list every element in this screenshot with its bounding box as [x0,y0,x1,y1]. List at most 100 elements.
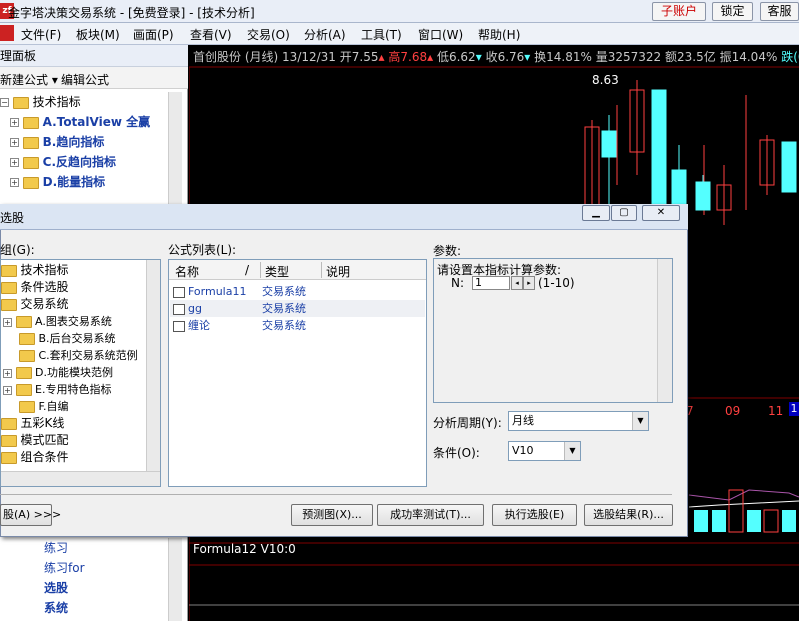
menu-help[interactable]: 帮助(H) [478,26,520,43]
formula-icon [173,320,185,332]
formula-icon [173,286,185,298]
tree-item[interactable]: + A.TotalView 全赢 [0,112,180,132]
lock-button[interactable]: 锁定 [712,2,753,21]
group-item[interactable]: F.自编 [1,398,146,415]
period-select[interactable]: 月线 ▼ [508,411,649,431]
tree-item[interactable]: 练习for [44,558,85,578]
expand-icon[interactable]: + [3,385,12,395]
screening-result-button[interactable]: 选股结果(R)... [584,504,673,526]
expand-icon[interactable]: + [10,158,19,167]
group-label: 组(G): [0,243,35,257]
sub-account-button[interactable]: 子账户 [652,2,706,21]
dialog-divider [0,494,672,495]
group-item[interactable]: B.后台交易系统 [1,330,146,347]
folder-icon [1,299,17,311]
minimize-icon[interactable]: ▁ [582,205,610,221]
chevron-down-icon[interactable]: ▼ [564,442,580,460]
high-price: 高7.68 [388,50,428,64]
tree-scrollbar[interactable] [168,92,182,204]
expand-icon[interactable]: + [10,118,19,127]
group-item[interactable]: 技术指标 [1,262,146,279]
formula-row[interactable]: Formula11 交易系统 [173,283,423,300]
params-scrollbar[interactable] [657,259,672,402]
formula-list-label: 公式列表(L): [168,243,237,257]
folder-icon [22,116,39,129]
formula-row[interactable]: 缠论 交易系统 [173,317,423,334]
expand-icon[interactable]: + [3,368,12,378]
column-desc[interactable]: 说明 [326,263,350,280]
group-item[interactable]: 模式匹配 [1,432,146,449]
success-test-button[interactable]: 成功率测试(T)... [377,504,484,526]
new-formula-button[interactable]: 新建公式 ▾ [0,71,58,88]
x-axis-label: 09 [725,404,741,418]
folder-icon [1,418,17,430]
tree-item[interactable]: − 技术指标 [0,92,180,112]
tree-item[interactable]: + C.反趋向指标 [0,152,180,172]
tree-item[interactable]: 练习 [44,538,85,558]
expand-icon[interactable]: + [3,317,12,327]
tree-item[interactable]: + B.趋向指标 [0,132,180,152]
period-label: 分析周期(Y): [433,416,502,430]
folder-icon [19,401,35,413]
preview-button[interactable]: 预测图(X)... [291,504,373,526]
tree-item[interactable]: + D.能量指标 [0,172,180,192]
group-tree: 技术指标 条件选股 交易系统 + A.图表交易系统 B.后台交易系统 C.套利交… [0,259,161,487]
group-item[interactable]: + D.功能模块范例 [1,364,146,381]
expand-icon[interactable]: + [10,178,19,187]
condition-label: 条件(O): [433,446,480,460]
tree-lower-list: 练习 练习for 选股 系统 [44,538,85,618]
menu-view[interactable]: 查看(V) [190,26,232,43]
tree-item[interactable]: 选股 [44,578,85,598]
tree-item[interactable]: 系统 [44,598,85,618]
group-scrollbar-v[interactable] [146,260,160,471]
menu-window[interactable]: 窗口(W) [418,26,463,43]
tree-scrollbar-lower[interactable] [168,538,182,621]
x-axis-cursor-label: 1 [789,402,799,416]
turnover: 换14.81% [534,50,592,64]
menu-app-icon[interactable] [0,25,14,41]
collapse-icon[interactable]: − [0,98,9,107]
low-price: 低6.62 [436,50,476,64]
menu-tools[interactable]: 工具(T) [361,26,402,43]
group-item[interactable]: + E.专用特色指标 [1,381,146,398]
params-box: 请设置本指标计算参数: N: 1 ◂ ▸ (1-10) [433,258,673,403]
folder-icon [22,156,39,169]
maximize-icon[interactable]: ▢ [611,205,637,221]
service-button[interactable]: 客服 [760,2,799,21]
group-tree-list: 技术指标 条件选股 交易系统 + A.图表交易系统 B.后台交易系统 C.套利交… [1,262,146,466]
folder-icon [1,452,17,464]
chart-info-bar: 首创股份 (月线) 13/12/31 开7.55▴ 高7.68▴ 低6.62▾ … [193,48,799,65]
group-scrollbar-h[interactable] [1,471,160,486]
group-item[interactable]: + A.图表交易系统 [1,313,146,330]
spin-right-icon[interactable]: ▸ [523,276,535,290]
group-item[interactable]: 组合条件 [1,449,146,466]
menu-screen[interactable]: 画面(P) [133,26,174,43]
group-item[interactable]: 条件选股 [1,279,146,296]
close-icon[interactable]: ✕ [642,205,680,221]
param-value-input[interactable]: 1 [472,276,510,290]
column-type[interactable]: 类型 [265,263,289,280]
edit-formula-button[interactable]: 编辑公式 [61,71,109,88]
condition-select[interactable]: V10 ▼ [508,441,581,461]
column-divider [260,262,261,278]
menu-block[interactable]: 板块(M) [76,26,120,43]
expand-icon[interactable]: + [10,138,19,147]
menu-trade[interactable]: 交易(O) [247,26,290,43]
chart-period: (月线) [244,50,279,64]
menu-analysis[interactable]: 分析(A) [304,26,346,43]
sub-indicator-label: Formula12 V10:0 [193,542,296,556]
formula-list-header [169,260,426,280]
run-screening-button[interactable]: 执行选股(E) [492,504,577,526]
group-item[interactable]: 交易系统 [1,296,146,313]
group-item[interactable]: 五彩K线 [1,415,146,432]
select-all-button[interactable]: 股(A) >>> [0,504,61,526]
spin-left-icon[interactable]: ◂ [511,276,523,290]
change: 跌(0.79)1 [781,50,799,64]
folder-icon [15,384,32,396]
group-item[interactable]: C.套利交易系统范例 [1,347,146,364]
chevron-down-icon[interactable]: ▼ [632,412,648,430]
formula-row[interactable]: gg 交易系统 [170,300,425,317]
menu-file[interactable]: 文件(F) [21,26,61,43]
column-name[interactable]: 名称 [175,263,199,280]
down-arrow-icon: ▾ [475,50,482,64]
